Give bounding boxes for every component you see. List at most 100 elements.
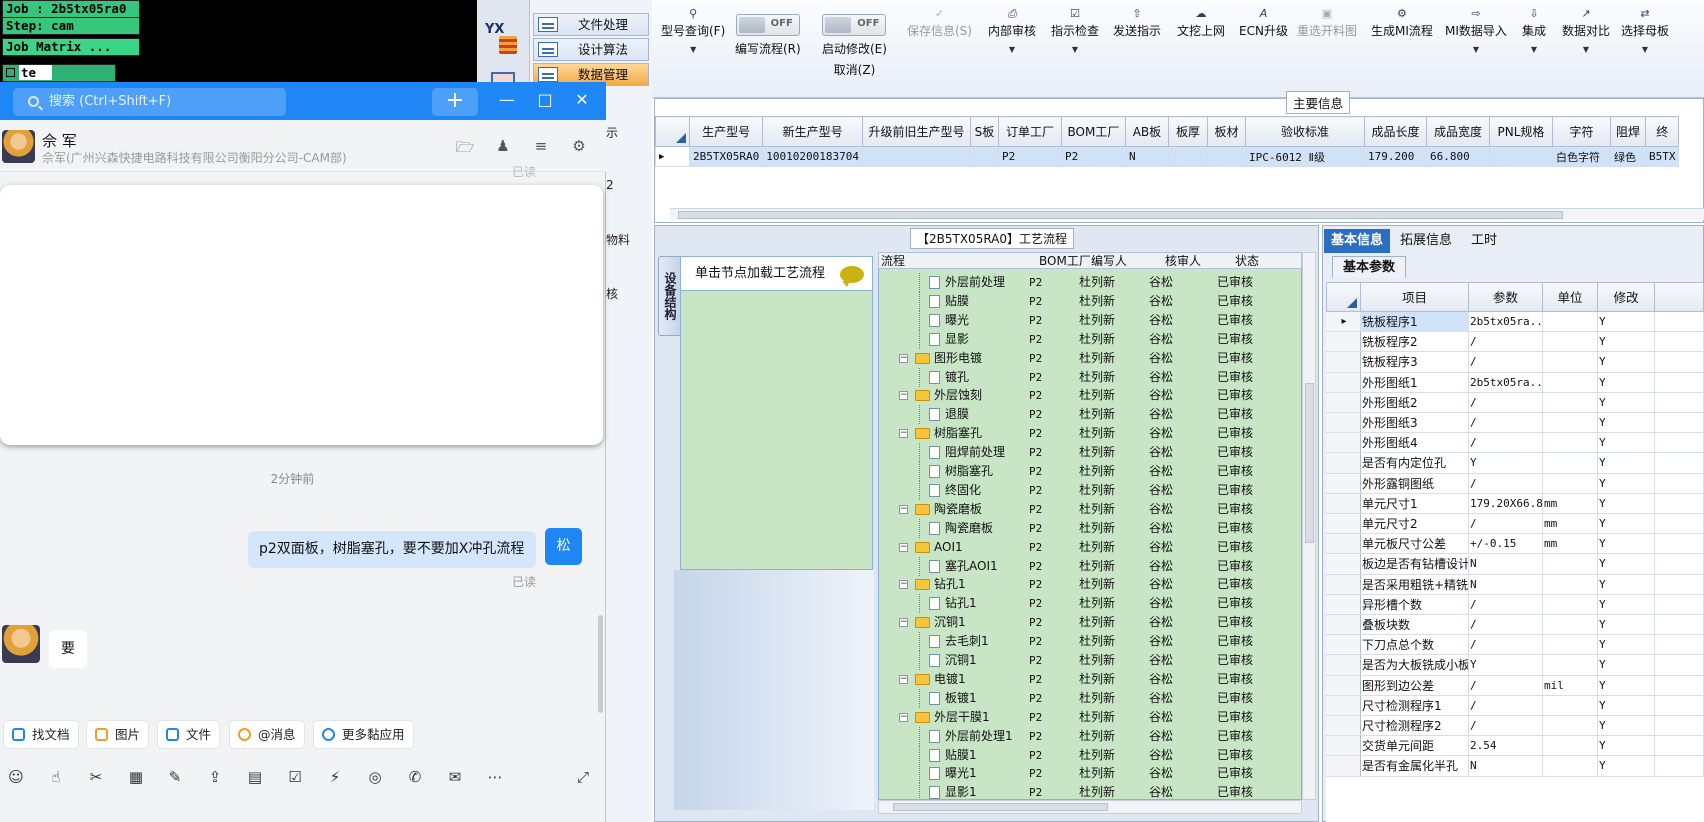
ecn-upgrade-button[interactable]: A ECN升级	[1239, 8, 1288, 39]
param-cell[interactable]: Y	[1468, 655, 1543, 676]
process-tree-hscrollbar[interactable]	[878, 800, 1302, 814]
scissors-icon[interactable]: ✂	[85, 766, 107, 788]
param-cell[interactable]: mil	[1542, 675, 1598, 696]
param-cell[interactable]: 2.54	[1468, 736, 1543, 757]
share-box-icon[interactable]: ⇪	[204, 766, 226, 788]
tree-node[interactable]: 板镀1 P2 杜列新 谷松 已审核	[879, 688, 1301, 708]
param-cell[interactable]: Y	[1597, 736, 1655, 757]
col-header[interactable]: 终	[1644, 116, 1680, 147]
table-row[interactable]: 异形槽个数 / Y	[1326, 594, 1704, 615]
process-load-box[interactable]: 单击节点加载工艺流程	[680, 256, 873, 570]
param-cell[interactable]	[1542, 695, 1598, 716]
param-cell[interactable]	[1542, 453, 1598, 474]
param-cell[interactable]: /	[1468, 392, 1543, 413]
param-cell[interactable]: /	[1468, 594, 1543, 615]
col-header-reviewer[interactable]: 核审人	[1165, 253, 1201, 269]
param-cell[interactable]: Y	[1597, 615, 1655, 636]
param-cell[interactable]: Y	[1597, 514, 1655, 535]
outgoing-message[interactable]: p2双面板，树脂塞孔，要不要加X冲孔流程	[248, 531, 536, 568]
param-cell[interactable]: Y	[1597, 594, 1655, 615]
param-cell[interactable]	[1542, 392, 1598, 413]
menu-design-algorithm[interactable]: 设计算法	[533, 38, 649, 61]
collapse-icon[interactable]: −	[899, 353, 908, 363]
contact-avatar[interactable]	[2, 625, 40, 663]
param-cell[interactable]	[1542, 594, 1598, 615]
send-instruction-button[interactable]: ⇧ 发送指示	[1113, 8, 1161, 39]
param-cell[interactable]	[1542, 716, 1598, 737]
param-cell[interactable]: 是否有内定位孔	[1360, 453, 1469, 474]
table-row[interactable]: ▸ 铣板程序1 2b5tx05ra... Y	[1326, 312, 1704, 333]
param-cell[interactable]: /	[1468, 615, 1543, 636]
param-cell[interactable]: Y	[1597, 413, 1655, 434]
tab-basic-params[interactable]: 基本参数	[1332, 256, 1407, 278]
mail-icon[interactable]: ✉	[444, 766, 466, 788]
collapse-icon[interactable]: −	[899, 504, 908, 514]
param-cell[interactable]	[1542, 554, 1598, 575]
param-cell[interactable]: /	[1468, 695, 1543, 716]
add-button[interactable]: +	[432, 88, 478, 116]
collapse-icon[interactable]: −	[899, 391, 908, 401]
param-cell[interactable]: Y	[1597, 473, 1655, 494]
param-cell[interactable]: Y	[1597, 716, 1655, 737]
add-user-icon[interactable]: ♟	[493, 137, 513, 155]
param-cell[interactable]: 图形到边公差	[1360, 675, 1469, 696]
col-header[interactable]: 订单工厂	[997, 116, 1062, 147]
lightning-icon[interactable]: ⚡	[324, 766, 346, 788]
tree-node[interactable]: 外层前处理 P2 杜列新 谷松 已审核	[879, 273, 1301, 292]
table-row[interactable]: 尺寸检测程序1/ Y	[1326, 695, 1704, 716]
generate-mi-flow-button[interactable]: ⚙ 生成MI流程	[1371, 8, 1433, 39]
param-cell[interactable]: 下刀点总个数	[1360, 635, 1469, 656]
col-header[interactable]: 板材	[1206, 116, 1246, 147]
param-cell[interactable]: /	[1468, 675, 1543, 696]
param-cell[interactable]: mm	[1542, 534, 1598, 555]
param-cell[interactable]: /	[1468, 716, 1543, 737]
message-card[interactable]	[0, 185, 603, 445]
table-row[interactable]: ▶ 2B5TX05RA0 10010200183704 P2 P2 N IPC-…	[655, 146, 1680, 167]
param-cell[interactable]: 尺寸检测程序2	[1360, 716, 1469, 737]
col-header[interactable]: PNL规格	[1488, 116, 1553, 147]
more-apps-button[interactable]: 更多黏应用	[313, 720, 414, 749]
param-cell[interactable]: Y	[1597, 372, 1655, 393]
col-header[interactable]: 新生产型号	[762, 116, 863, 147]
tree-node[interactable]: 退膜 P2 杜列新 谷松 已审核	[879, 405, 1301, 425]
param-cell[interactable]: Y	[1597, 675, 1655, 696]
tree-node[interactable]: − 外层干膜1 P2 杜列新 谷松 已审核	[879, 708, 1301, 727]
calendar-icon[interactable]: ▤	[244, 766, 266, 788]
main-info-hscrollbar[interactable]	[670, 208, 1704, 220]
param-cell[interactable]: /	[1468, 635, 1543, 656]
table-row[interactable]: 单元尺寸1 179.20X66.80 mm Y	[1326, 493, 1704, 514]
write-flow-toggle[interactable]: OFF 编写流程(R)	[735, 8, 801, 57]
param-cell[interactable]: N	[1468, 554, 1543, 575]
table-row[interactable]: 是否有金属化半孔 N Y	[1326, 756, 1704, 777]
col-header[interactable]: BOM工厂	[1060, 116, 1126, 147]
param-cell[interactable]: 外形露铜图纸	[1360, 473, 1469, 494]
tree-node[interactable]: 显影1 P2 杜列新 谷松 已审核	[879, 783, 1301, 799]
param-cell[interactable]: /	[1468, 352, 1543, 373]
instruction-check-button[interactable]: ☑ 指示检查 ▼	[1051, 8, 1099, 55]
tree-node[interactable]: − 陶瓷磨板 P2 杜列新 谷松 已审核	[879, 500, 1301, 519]
thumbs-up-icon[interactable]: ☝	[45, 766, 67, 788]
col-header[interactable]: 阻焊	[1609, 116, 1646, 147]
table-row[interactable]: 下刀点总个数 / Y	[1326, 635, 1704, 656]
expand-icon[interactable]: ⤢	[572, 766, 594, 788]
param-cell[interactable]	[1542, 413, 1598, 434]
col-header[interactable]: 板厚	[1167, 116, 1208, 147]
tree-node[interactable]: 终固化 P2 杜列新 谷松 已审核	[879, 480, 1301, 500]
table-row[interactable]: 叠板块数 / Y	[1326, 615, 1704, 636]
folder-icon[interactable]: 🗁	[455, 137, 475, 156]
table-row[interactable]: 铣板程序2/ Y	[1326, 332, 1704, 353]
contact-avatar[interactable]	[2, 130, 35, 163]
chat-search-input[interactable]: 搜索 (Ctrl+Shift+F)	[13, 88, 286, 116]
col-header-bom[interactable]: BOM工厂	[1039, 253, 1091, 269]
tree-node[interactable]: 显影 P2 杜列新 谷松 已审核	[879, 329, 1301, 349]
close-icon[interactable]: ✕	[572, 90, 592, 109]
param-cell[interactable]: 是否采用粗铣+精铣	[1360, 574, 1469, 595]
param-cell[interactable]	[1542, 736, 1598, 757]
minimize-icon[interactable]: —	[497, 90, 517, 109]
col-header[interactable]: 字符	[1551, 116, 1611, 147]
tree-node[interactable]: − 沉铜1 P2 杜列新 谷松 已审核	[879, 613, 1301, 632]
param-cell[interactable]: Y	[1597, 352, 1655, 373]
param-cell[interactable]: /	[1468, 514, 1543, 535]
phone-icon[interactable]: ✆	[404, 766, 426, 788]
image-button[interactable]: 图片	[86, 720, 150, 749]
